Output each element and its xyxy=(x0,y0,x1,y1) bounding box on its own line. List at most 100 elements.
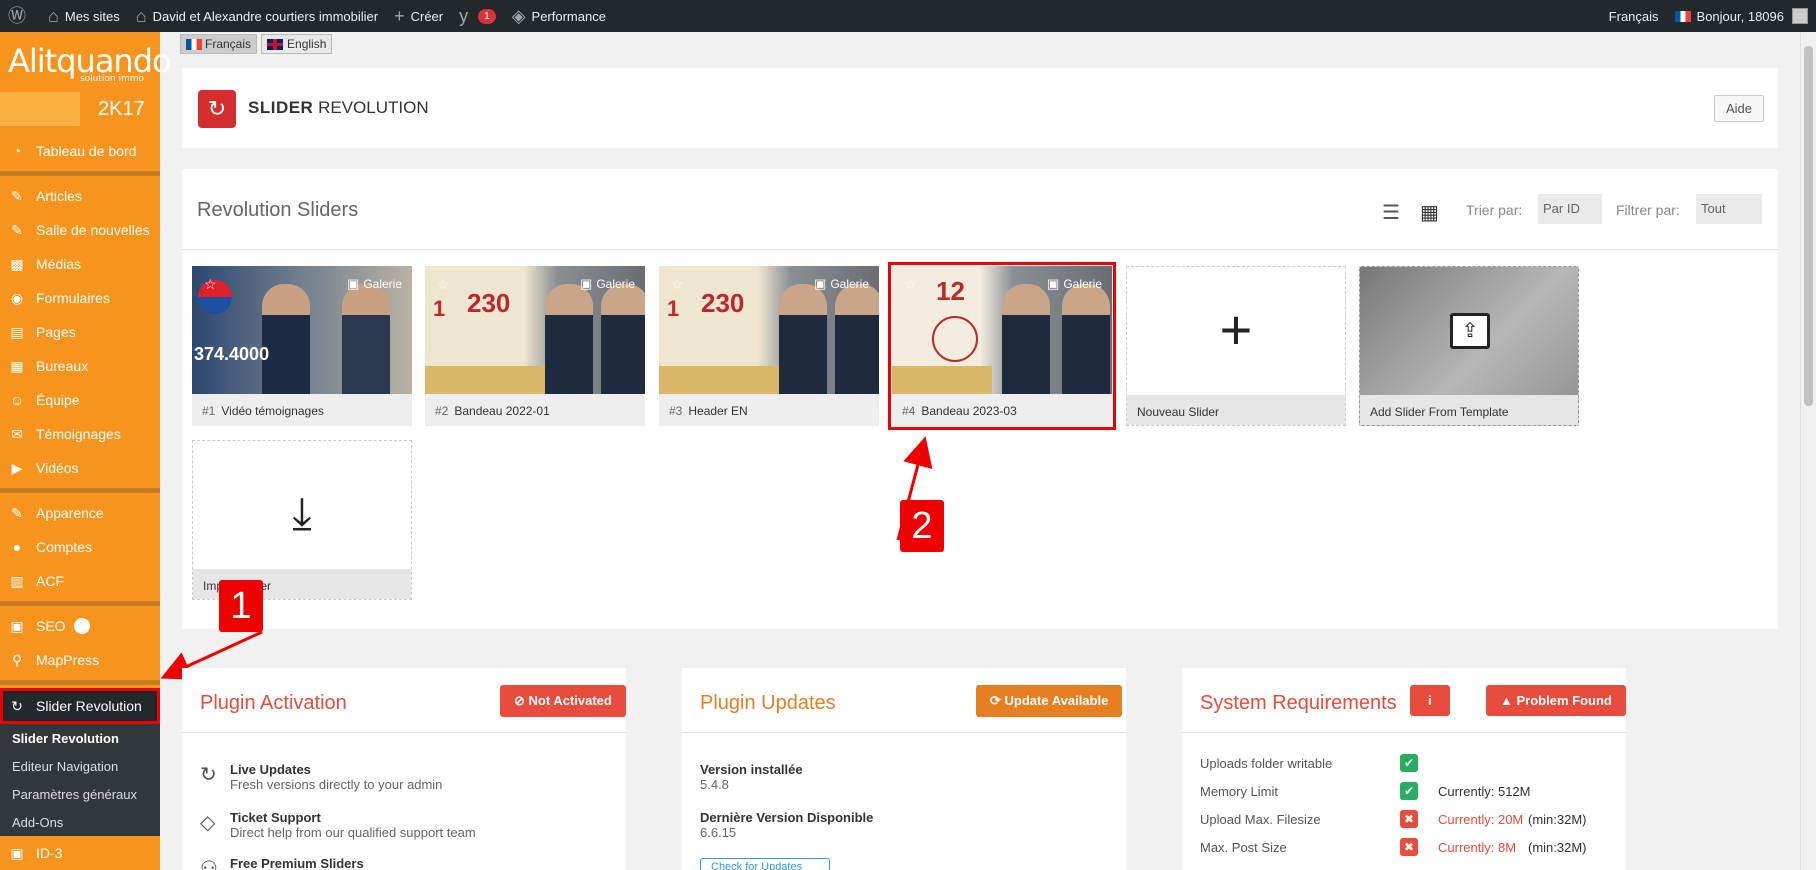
favorite-star-icon[interactable]: ☆ xyxy=(437,276,450,293)
sidebar-item-videos[interactable]: ▶ Vidéos xyxy=(0,451,160,485)
slider-card[interactable]: 1 230 ☆ ▣ Galerie #3 Header EN xyxy=(659,266,879,426)
language-switcher: Français English xyxy=(180,34,333,54)
performance-link[interactable]: ◈ Performance xyxy=(504,0,614,32)
sidebar-item-label: Slider Revolution xyxy=(36,698,142,714)
sort-select[interactable]: Par ID xyxy=(1538,194,1602,224)
help-button[interactable]: Aide xyxy=(1713,95,1764,122)
sidebar-item-label: ACF xyxy=(36,573,64,589)
lang-en-label: English xyxy=(287,37,327,51)
ban-icon: ⊘ xyxy=(514,693,525,708)
filter-select[interactable]: Tout xyxy=(1696,194,1762,224)
slider-card-selected[interactable]: 12 ☆ ▣ Galerie #4 Bandeau 2023-03 xyxy=(888,262,1116,430)
page-title: SLIDER REVOLUTION xyxy=(248,98,429,118)
add-from-template-card[interactable]: ⇪ Add Slider From Template xyxy=(1359,266,1579,426)
submenu-item[interactable]: Slider Revolution xyxy=(0,724,160,752)
filter-label: Filtrer par: xyxy=(1616,202,1680,218)
slider-card-label: #3 Header EN xyxy=(669,404,748,418)
favorite-star-icon[interactable]: ☆ xyxy=(204,276,217,293)
sidebar-item-label: MapPress xyxy=(36,652,100,668)
account-menu[interactable]: Bonjour, 18096 xyxy=(1667,0,1816,32)
lang-fr-button[interactable]: Français xyxy=(180,34,258,54)
sidebar-item-temoignages[interactable]: ✉ Témoignages xyxy=(0,417,160,451)
image-icon: ▣ xyxy=(580,276,593,291)
new-slider-card[interactable]: + Nouveau Slider xyxy=(1126,266,1346,426)
sidebar-item-label: Formulaires xyxy=(36,290,110,306)
sidebar-item-seo[interactable]: ▣ SEO xyxy=(0,609,160,643)
sidebar-item-bureaux[interactable]: ▦ Bureaux xyxy=(0,349,160,383)
sidebar-item-comptes[interactable]: ● Comptes xyxy=(0,530,160,564)
installed-version: Version installée 5.4.8 xyxy=(700,762,803,792)
my-sites-link[interactable]: ⌂ Mes sites xyxy=(40,0,128,32)
dashboard-icon: ◔ xyxy=(12,143,22,159)
sidebar-item-id-3[interactable]: ▣ ID-3 xyxy=(0,836,160,870)
gallery-badge: ▣ Galerie xyxy=(347,276,402,292)
year-row: 2K17 xyxy=(0,92,160,126)
check-updates-button[interactable]: Check for Updates xyxy=(700,858,830,870)
image-icon: ▣ xyxy=(1047,276,1060,291)
slider-card[interactable]: 1 230 ☆ ▣ Galerie #2 Bandeau 2022-01 xyxy=(425,266,645,426)
gallery-badge: ▣ Galerie xyxy=(1047,276,1102,292)
sidebar-item-articles[interactable]: ✎ Articles xyxy=(0,179,160,213)
slider-name: Bandeau 2022-01 xyxy=(454,404,550,418)
update-available-button[interactable]: ⟳ Update Available xyxy=(976,685,1123,717)
site-name-link[interactable]: ⌂ David et Alexandre courtiers immobilier xyxy=(128,0,386,32)
annotation-callout-2: 2 xyxy=(900,500,944,552)
slider-card-label: #2 Bandeau 2022-01 xyxy=(435,404,550,418)
wordpress-menu[interactable]: Ⓦ xyxy=(0,0,40,32)
sites-icon: ⌂ xyxy=(48,6,59,26)
sidebar-item-pages[interactable]: ▤ Pages xyxy=(0,315,160,349)
cross-icon: ✖ xyxy=(1400,838,1418,856)
new-content-label: Créer xyxy=(410,8,444,24)
import-slider-card[interactable]: ⤓ Import Slider xyxy=(192,440,412,600)
warning-icon: ▲ xyxy=(1500,693,1513,708)
grid-view-icon[interactable]: ▦ xyxy=(1420,200,1439,225)
plugin-activation-panel: Plugin Activation ⊘ Not Activated ↻ Live … xyxy=(182,668,626,870)
submenu-item[interactable]: Paramètres généraux xyxy=(0,780,160,808)
submenu-item[interactable]: Editeur Navigation xyxy=(0,752,160,780)
pages-icon: ▤ xyxy=(10,323,24,340)
gallery-label: Galerie xyxy=(596,277,635,291)
sidebar-item-label: Apparence xyxy=(36,505,104,521)
submenu-item[interactable]: Add-Ons xyxy=(0,808,160,836)
admin-sidebar: Alitquando solution immo 2K17 ◔ Tableau de… xyxy=(0,32,172,870)
forms-icon: ◉ xyxy=(10,289,24,306)
sidebar-item-apparence[interactable]: ✎ Apparence xyxy=(0,496,160,530)
favorite-star-icon[interactable]: ☆ xyxy=(904,276,917,293)
check-icon: ✔ xyxy=(1400,754,1418,772)
sidebar-item-slider-revolution[interactable]: ↻ Slider Revolution xyxy=(0,688,160,724)
feature-title: Ticket Support xyxy=(230,810,321,825)
sidebar-item-formulaires[interactable]: ◉ Formulaires xyxy=(0,281,160,315)
sidebar-item-salle-de-nouvelles[interactable]: ✎ Salle de nouvelles xyxy=(0,213,160,247)
performance-label: Performance xyxy=(531,8,606,24)
favorite-star-icon[interactable]: ☆ xyxy=(671,276,684,293)
add-from-template-label: Add Slider From Template xyxy=(1370,405,1509,419)
requirement-name: Memory Limit xyxy=(1200,784,1279,799)
language-menu[interactable]: Français xyxy=(1601,0,1667,32)
lang-en-button[interactable]: English xyxy=(261,34,333,54)
thumb-number: 12 xyxy=(936,276,965,306)
sidebar-item-equipe[interactable]: ☺ Équipe xyxy=(0,383,160,417)
title-bold: SLIDER xyxy=(248,98,314,117)
sidebar-item-tableau-de-bord[interactable]: ◔ Tableau de bord xyxy=(0,134,160,168)
not-activated-button[interactable]: ⊘ Not Activated xyxy=(500,685,626,717)
language-label: Français xyxy=(1608,8,1659,24)
sidebar-item-label: Pages xyxy=(36,324,76,340)
check-icon: ✔ xyxy=(1400,782,1418,800)
thumb-text: 374.4000 xyxy=(194,344,270,364)
sidebar-item-acf[interactable]: ▥ ACF xyxy=(0,564,160,598)
problem-found-label: Problem Found xyxy=(1516,693,1612,708)
info-button[interactable]: i xyxy=(1410,685,1450,716)
video-icon: ▶ xyxy=(11,459,23,476)
problem-found-button[interactable]: ▲ Problem Found xyxy=(1486,685,1626,716)
yoast-menu[interactable]: y1 xyxy=(451,0,504,32)
slider-name: Vidéo témoignages xyxy=(221,404,324,418)
list-view-icon[interactable]: ☰ xyxy=(1382,200,1400,225)
new-content-link[interactable]: + Créer xyxy=(386,0,451,32)
page-scrollbar[interactable] xyxy=(1800,32,1816,870)
sidebar-item-mappress[interactable]: ⚲ MapPress xyxy=(0,643,160,677)
gallery-badge: ▣ Galerie xyxy=(814,276,869,292)
sidebar-item-medias[interactable]: ▩ Médias xyxy=(0,247,160,281)
slider-card-label: #4 Bandeau 2023-03 xyxy=(902,404,1017,418)
requirement-min: (min:32M) xyxy=(1528,840,1587,855)
slider-card[interactable]: 374.4000 ☆ ▣ Galerie #1 Vidéo témoignages xyxy=(192,266,412,426)
